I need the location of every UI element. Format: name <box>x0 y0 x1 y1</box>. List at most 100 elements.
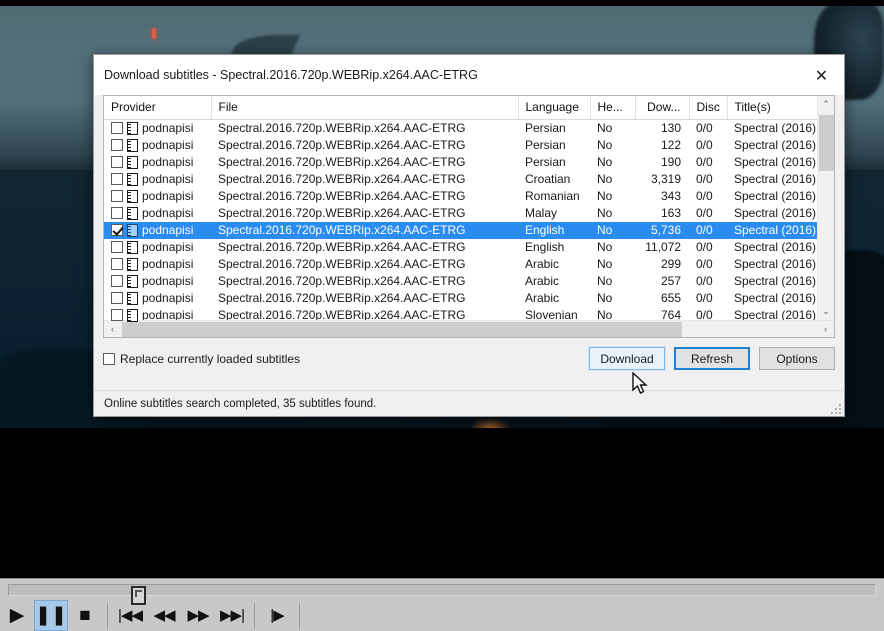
cell-language: Malay <box>525 206 558 220</box>
replace-subtitles-checkbox[interactable]: Replace currently loaded subtitles <box>103 352 300 366</box>
subtitle-file-icon <box>127 172 138 186</box>
skip-back-icon: |◀◀ <box>118 607 143 624</box>
cell-hearing: No <box>597 206 613 220</box>
row-checkbox-icon[interactable] <box>111 156 123 168</box>
options-button[interactable]: Options <box>759 347 835 370</box>
provider-label: podnapisi <box>142 274 194 288</box>
table-row[interactable]: podnapisi Spectral.2016.720p.WEBRip.x264.… <box>104 290 822 307</box>
column-header-downloads[interactable]: Dow... <box>635 96 690 120</box>
skip-back-button[interactable]: |◀◀ <box>113 600 147 631</box>
cell-downloads: 130 <box>660 121 681 136</box>
row-checkbox-icon[interactable] <box>111 139 123 151</box>
video-letterbox-top <box>0 0 884 6</box>
cell-provider: podnapisi <box>104 273 211 290</box>
cell-language: Arabic <box>525 291 560 305</box>
subtitles-listview[interactable]: Provider File Language He... Dow... Disc… <box>103 95 835 338</box>
cell-hearing: No <box>597 189 613 203</box>
table-row[interactable]: podnapisi Spectral.2016.720p.WEBRip.x264.… <box>104 137 822 154</box>
table-row[interactable]: podnapisi Spectral.2016.720p.WEBRip.x264.… <box>104 239 822 256</box>
column-header-provider[interactable]: Provider <box>104 96 212 120</box>
cell-language: Persian <box>525 121 566 136</box>
seek-slider-track[interactable] <box>8 584 876 605</box>
cell-titles: Spectral (2016) <box>734 172 817 186</box>
cell-downloads: 655 <box>660 291 681 305</box>
frame-step-button[interactable]: |▶ <box>260 600 294 631</box>
skip-forward-button[interactable]: ▶▶| <box>215 600 249 631</box>
scroll-right-arrow-icon[interactable]: › <box>817 321 834 338</box>
column-header-language[interactable]: Language <box>518 96 591 120</box>
horizontal-scroll-thumb[interactable] <box>122 321 682 337</box>
cell-disc: 0/0 <box>696 138 713 152</box>
stop-button[interactable]: ■ <box>68 600 102 631</box>
row-checkbox-icon[interactable] <box>111 190 123 202</box>
checkbox-box-icon[interactable] <box>103 352 115 365</box>
row-checkbox-icon[interactable] <box>111 241 123 253</box>
vertical-scroll-thumb[interactable] <box>818 115 834 171</box>
refresh-button[interactable]: Refresh <box>674 347 750 370</box>
cell-file: Spectral.2016.720p.WEBRip.x264.AAC-ETRG <box>218 206 466 220</box>
cell-file: Spectral.2016.720p.WEBRip.x264.AAC-ETRG <box>218 155 466 169</box>
table-row[interactable]: podnapisi Spectral.2016.720p.WEBRip.x264.… <box>104 188 822 205</box>
rewind-icon: ◀◀ <box>153 607 175 624</box>
table-row[interactable]: podnapisi Spectral.2016.720p.WEBRip.x264.… <box>104 171 822 188</box>
cell-hearing: No <box>597 274 613 288</box>
column-header-disc[interactable]: Disc <box>689 96 728 120</box>
scroll-up-arrow-icon[interactable]: ⌃ <box>818 96 835 113</box>
cell-disc: 0/0 <box>696 189 713 203</box>
download-subtitles-dialog: Download subtitles - Spectral.2016.720p.… <box>93 54 845 417</box>
cell-hearing: No <box>597 257 613 271</box>
horizontal-scrollbar[interactable]: ‹ › <box>104 320 834 337</box>
cell-hearing: No <box>590 221 635 239</box>
row-checkbox-icon[interactable] <box>111 292 123 304</box>
close-icon[interactable]: ✕ <box>799 60 844 90</box>
cell-provider: podnapisi <box>104 221 211 239</box>
cell-provider: podnapisi <box>104 239 211 256</box>
resize-grip-icon[interactable] <box>829 402 841 414</box>
transport-separator-3 <box>299 602 300 629</box>
table-row[interactable]: podnapisi Spectral.2016.720p.WEBRip.x264.… <box>104 273 822 290</box>
column-header-titles[interactable]: Title(s) <box>727 96 823 120</box>
row-checkbox-icon[interactable] <box>111 207 123 219</box>
cell-hearing: No <box>597 172 613 186</box>
provider-label: podnapisi <box>142 138 194 152</box>
cell-disc: 0/0 <box>696 240 713 254</box>
scroll-left-arrow-icon[interactable]: ‹ <box>104 321 121 338</box>
table-row[interactable]: podnapisi Spectral.2016.720p.WEBRip.x264.… <box>104 221 822 239</box>
cell-language: Persian <box>525 155 566 169</box>
row-checkbox-icon[interactable] <box>111 275 123 287</box>
cell-downloads: 163 <box>660 206 681 220</box>
horizontal-scroll-track[interactable] <box>121 321 817 338</box>
cell-downloads: 343 <box>660 189 681 203</box>
table-row[interactable]: podnapisi Spectral.2016.720p.WEBRip.x264.… <box>104 205 822 222</box>
provider-label: podnapisi <box>142 257 194 271</box>
cell-titles: Spectral (2016) <box>734 257 817 271</box>
table-row[interactable]: podnapisi Spectral.2016.720p.WEBRip.x264.… <box>104 154 822 171</box>
cell-file: Spectral.2016.720p.WEBRip.x264.AAC-ETRG <box>218 291 466 305</box>
scroll-down-arrow-icon[interactable]: ⌄ <box>818 303 835 320</box>
vertical-scrollbar[interactable]: ⌃ ⌄ <box>817 96 834 320</box>
column-header-hearing[interactable]: He... <box>590 96 636 120</box>
column-header-file[interactable]: File <box>211 96 519 120</box>
rewind-button[interactable]: ◀◀ <box>147 600 181 631</box>
play-button[interactable]: ▶ <box>0 600 34 631</box>
row-checkbox-icon[interactable] <box>111 173 123 185</box>
cell-file: Spectral.2016.720p.WEBRip.x264.AAC-ETRG <box>218 240 466 254</box>
cell-hearing: No <box>597 121 613 136</box>
download-button[interactable]: Download <box>588 346 666 371</box>
row-checkbox-icon[interactable] <box>111 122 123 135</box>
row-checkbox-icon[interactable] <box>111 309 123 321</box>
cell-provider: podnapisi <box>104 154 211 171</box>
table-row[interactable]: podnapisi Spectral.2016.720p.WEBRip.x264.… <box>104 120 822 137</box>
pause-button[interactable]: ❚❚ <box>34 600 68 631</box>
dialog-titlebar[interactable]: Download subtitles - Spectral.2016.720p.… <box>94 55 844 95</box>
row-checkbox-icon[interactable] <box>111 258 123 270</box>
cell-titles: Spectral (2016) <box>734 189 817 203</box>
vertical-scroll-track[interactable] <box>818 113 835 303</box>
cell-downloads: 190 <box>660 155 681 169</box>
subtitle-file-icon <box>127 274 138 288</box>
dialog-statusbar: Online subtitles search completed, 35 su… <box>94 390 844 416</box>
table-row[interactable]: podnapisi Spectral.2016.720p.WEBRip.x264.… <box>104 256 822 273</box>
fast-forward-button[interactable]: ▶▶ <box>181 600 215 631</box>
listview-inner: Provider File Language He... Dow... Disc… <box>104 96 834 322</box>
row-checkbox-icon[interactable] <box>111 224 123 236</box>
